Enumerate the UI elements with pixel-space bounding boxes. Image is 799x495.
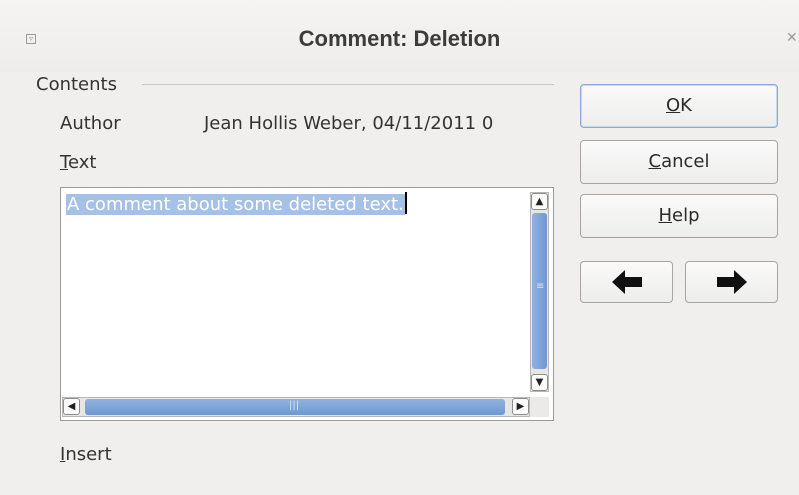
previous-comment-button[interactable] [580,261,673,303]
insert-label: Insert [60,444,112,465]
dialog-title: Comment: Deletion [298,26,501,51]
horizontal-scrollbar[interactable]: ◀ ||| ▶ [62,397,530,417]
scrollbar-corner [530,397,549,417]
help-label-rest: elp [672,205,700,226]
scroll-up-button[interactable]: ▲ [531,193,548,210]
next-comment-button[interactable] [685,261,778,303]
help-button[interactable]: Help [580,194,778,238]
selected-text: A comment about some deleted text. [66,194,405,215]
vertical-scroll-thumb[interactable]: ≡ [532,213,547,369]
cancel-button[interactable]: Cancel [580,140,778,184]
ok-label-rest: K [680,95,692,116]
author-label: Author [60,113,121,134]
vertical-scrollbar[interactable]: ▲ ≡ ▼ [530,192,549,392]
cancel-mnemonic: C [648,151,662,172]
contents-section-label: Contents [36,74,117,95]
comment-textarea[interactable]: A comment about some deleted text. [60,187,554,421]
scroll-right-button[interactable]: ▶ [512,398,529,415]
comment-text[interactable]: A comment about some deleted text. [66,192,407,217]
ok-mnemonic: O [666,95,681,116]
text-label-mnemonic: T [60,152,68,173]
text-label-rest: ext [67,152,97,173]
cancel-label-rest: ancel [661,151,710,172]
text-label: Text [60,152,96,173]
section-divider [142,84,554,85]
insert-label-rest: nsert [65,444,112,465]
arrow-right-icon [715,266,749,296]
arrow-left-icon [610,266,644,296]
text-caret [404,192,407,214]
scroll-down-button[interactable]: ▼ [531,374,548,391]
title-bar: ▿ Comment: Deletion ✕ [0,0,799,72]
horizontal-scroll-thumb[interactable]: ||| [85,399,505,415]
scroll-left-button[interactable]: ◀ [63,398,80,415]
close-icon[interactable]: ✕ [786,30,798,46]
help-mnemonic: H [658,205,673,226]
ok-button[interactable]: OK [580,84,778,128]
author-value: Jean Hollis Weber, 04/11/2011 0 [204,113,494,134]
